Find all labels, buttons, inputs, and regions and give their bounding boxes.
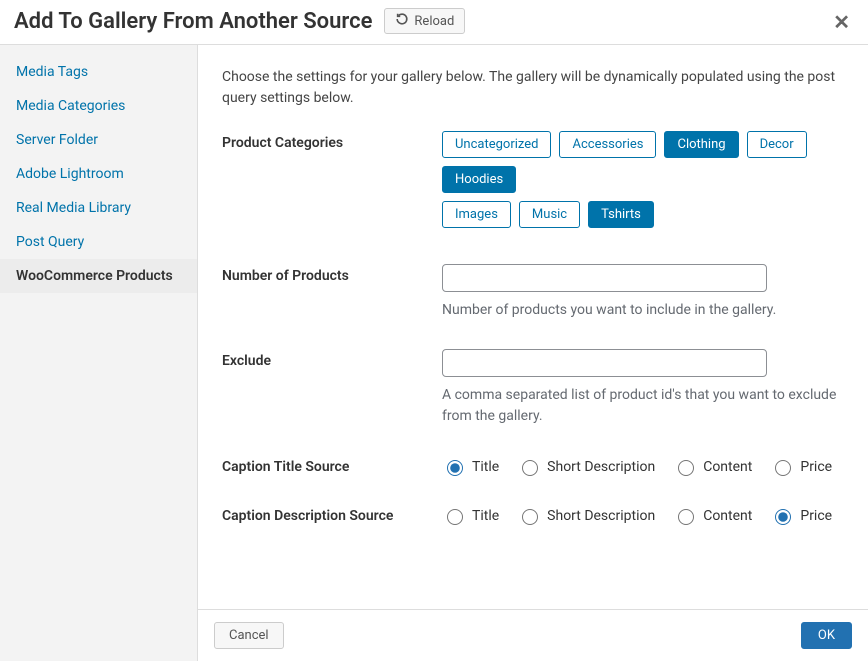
field-caption-description-source: Caption Description Source Title Short De… [222, 504, 844, 525]
radio-label-text: Price [800, 508, 832, 524]
field-body: Title Short Description Content Price [442, 504, 844, 525]
field-label: Caption Title Source [222, 455, 442, 475]
caption-title-radio-content[interactable] [678, 460, 694, 476]
caption-desc-option-short-description[interactable]: Short Description [517, 506, 655, 525]
sidebar-item-media-categories[interactable]: Media Categories [0, 89, 197, 123]
caption-title-radio-price[interactable] [775, 460, 791, 476]
field-body: Title Short Description Content Price [442, 455, 844, 476]
caption-title-radio-short-description[interactable] [522, 460, 538, 476]
caption-desc-option-content[interactable]: Content [673, 506, 752, 525]
field-label: Product Categories [222, 131, 442, 151]
radio-label-text: Short Description [547, 459, 655, 475]
sidebar-item-real-media-library[interactable]: Real Media Library [0, 191, 197, 225]
intro-text: Choose the settings for your gallery bel… [222, 67, 844, 109]
sidebar-item-adobe-lightroom[interactable]: Adobe Lightroom [0, 157, 197, 191]
field-body: Number of products you want to include i… [442, 264, 844, 321]
radio-label-text: Short Description [547, 508, 655, 524]
sidebar-item-post-query[interactable]: Post Query [0, 225, 197, 259]
field-product-categories: Product Categories Uncategorized Accessor… [222, 131, 844, 236]
reload-label: Reload [414, 14, 454, 29]
category-tshirts[interactable]: Tshirts [588, 201, 654, 228]
dialog-body: Media TagsMedia CategoriesServer FolderA… [0, 45, 868, 661]
reload-icon [395, 12, 409, 30]
category-accessories[interactable]: Accessories [559, 131, 656, 158]
radio-label-text: Title [472, 508, 499, 524]
category-hoodies[interactable]: Hoodies [442, 166, 516, 193]
dialog-footer: Cancel OK [198, 609, 868, 661]
reload-button[interactable]: Reload [384, 8, 465, 34]
category-uncategorized[interactable]: Uncategorized [442, 131, 551, 158]
field-exclude: Exclude A comma separated list of produc… [222, 349, 844, 427]
sidebar-item-woocommerce-products[interactable]: WooCommerce Products [0, 259, 197, 293]
radio-label-text: Price [800, 459, 832, 475]
field-body: A comma separated list of product id's t… [442, 349, 844, 427]
category-images[interactable]: Images [442, 201, 511, 228]
caption-title-option-price[interactable]: Price [770, 457, 832, 476]
caption-title-option-title[interactable]: Title [442, 457, 499, 476]
radio-label-text: Title [472, 459, 499, 475]
category-decor[interactable]: Decor [747, 131, 807, 158]
field-number-of-products: Number of Products Number of products yo… [222, 264, 844, 321]
category-clothing[interactable]: Clothing [664, 131, 738, 158]
close-icon[interactable]: ✕ [833, 10, 850, 34]
field-caption-title-source: Caption Title Source Title Short Descript… [222, 455, 844, 476]
caption-desc-radio-price[interactable] [775, 509, 791, 525]
caption-desc-option-price[interactable]: Price [770, 506, 832, 525]
exclude-input[interactable] [442, 349, 767, 377]
cancel-button[interactable]: Cancel [214, 622, 284, 649]
help-text: Number of products you want to include i… [442, 300, 844, 321]
main-panel: Choose the settings for your gallery bel… [198, 45, 868, 661]
sidebar-item-media-tags[interactable]: Media Tags [0, 55, 197, 89]
sidebar-item-server-folder[interactable]: Server Folder [0, 123, 197, 157]
radio-label-text: Content [703, 459, 752, 475]
caption-desc-radio-content[interactable] [678, 509, 694, 525]
help-text: A comma separated list of product id's t… [442, 385, 844, 427]
dialog-header: Add To Gallery From Another Source Reloa… [0, 0, 868, 45]
field-label: Exclude [222, 349, 442, 369]
category-music[interactable]: Music [519, 201, 580, 228]
sidebar: Media TagsMedia CategoriesServer FolderA… [0, 45, 198, 661]
field-label: Caption Description Source [222, 504, 442, 524]
field-body: Uncategorized Accessories Clothing Decor Hoo… [442, 131, 844, 236]
radio-label-text: Content [703, 508, 752, 524]
caption-title-radio-title[interactable] [447, 460, 463, 476]
caption-title-option-content[interactable]: Content [673, 457, 752, 476]
field-label: Number of Products [222, 264, 442, 284]
caption-desc-radio-title[interactable] [447, 509, 463, 525]
form-content: Choose the settings for your gallery bel… [198, 45, 868, 609]
page-title: Add To Gallery From Another Source [14, 9, 372, 34]
ok-button[interactable]: OK [801, 622, 852, 649]
number-of-products-input[interactable] [442, 264, 767, 292]
caption-desc-radio-short-description[interactable] [522, 509, 538, 525]
caption-desc-option-title[interactable]: Title [442, 506, 499, 525]
caption-title-option-short-description[interactable]: Short Description [517, 457, 655, 476]
